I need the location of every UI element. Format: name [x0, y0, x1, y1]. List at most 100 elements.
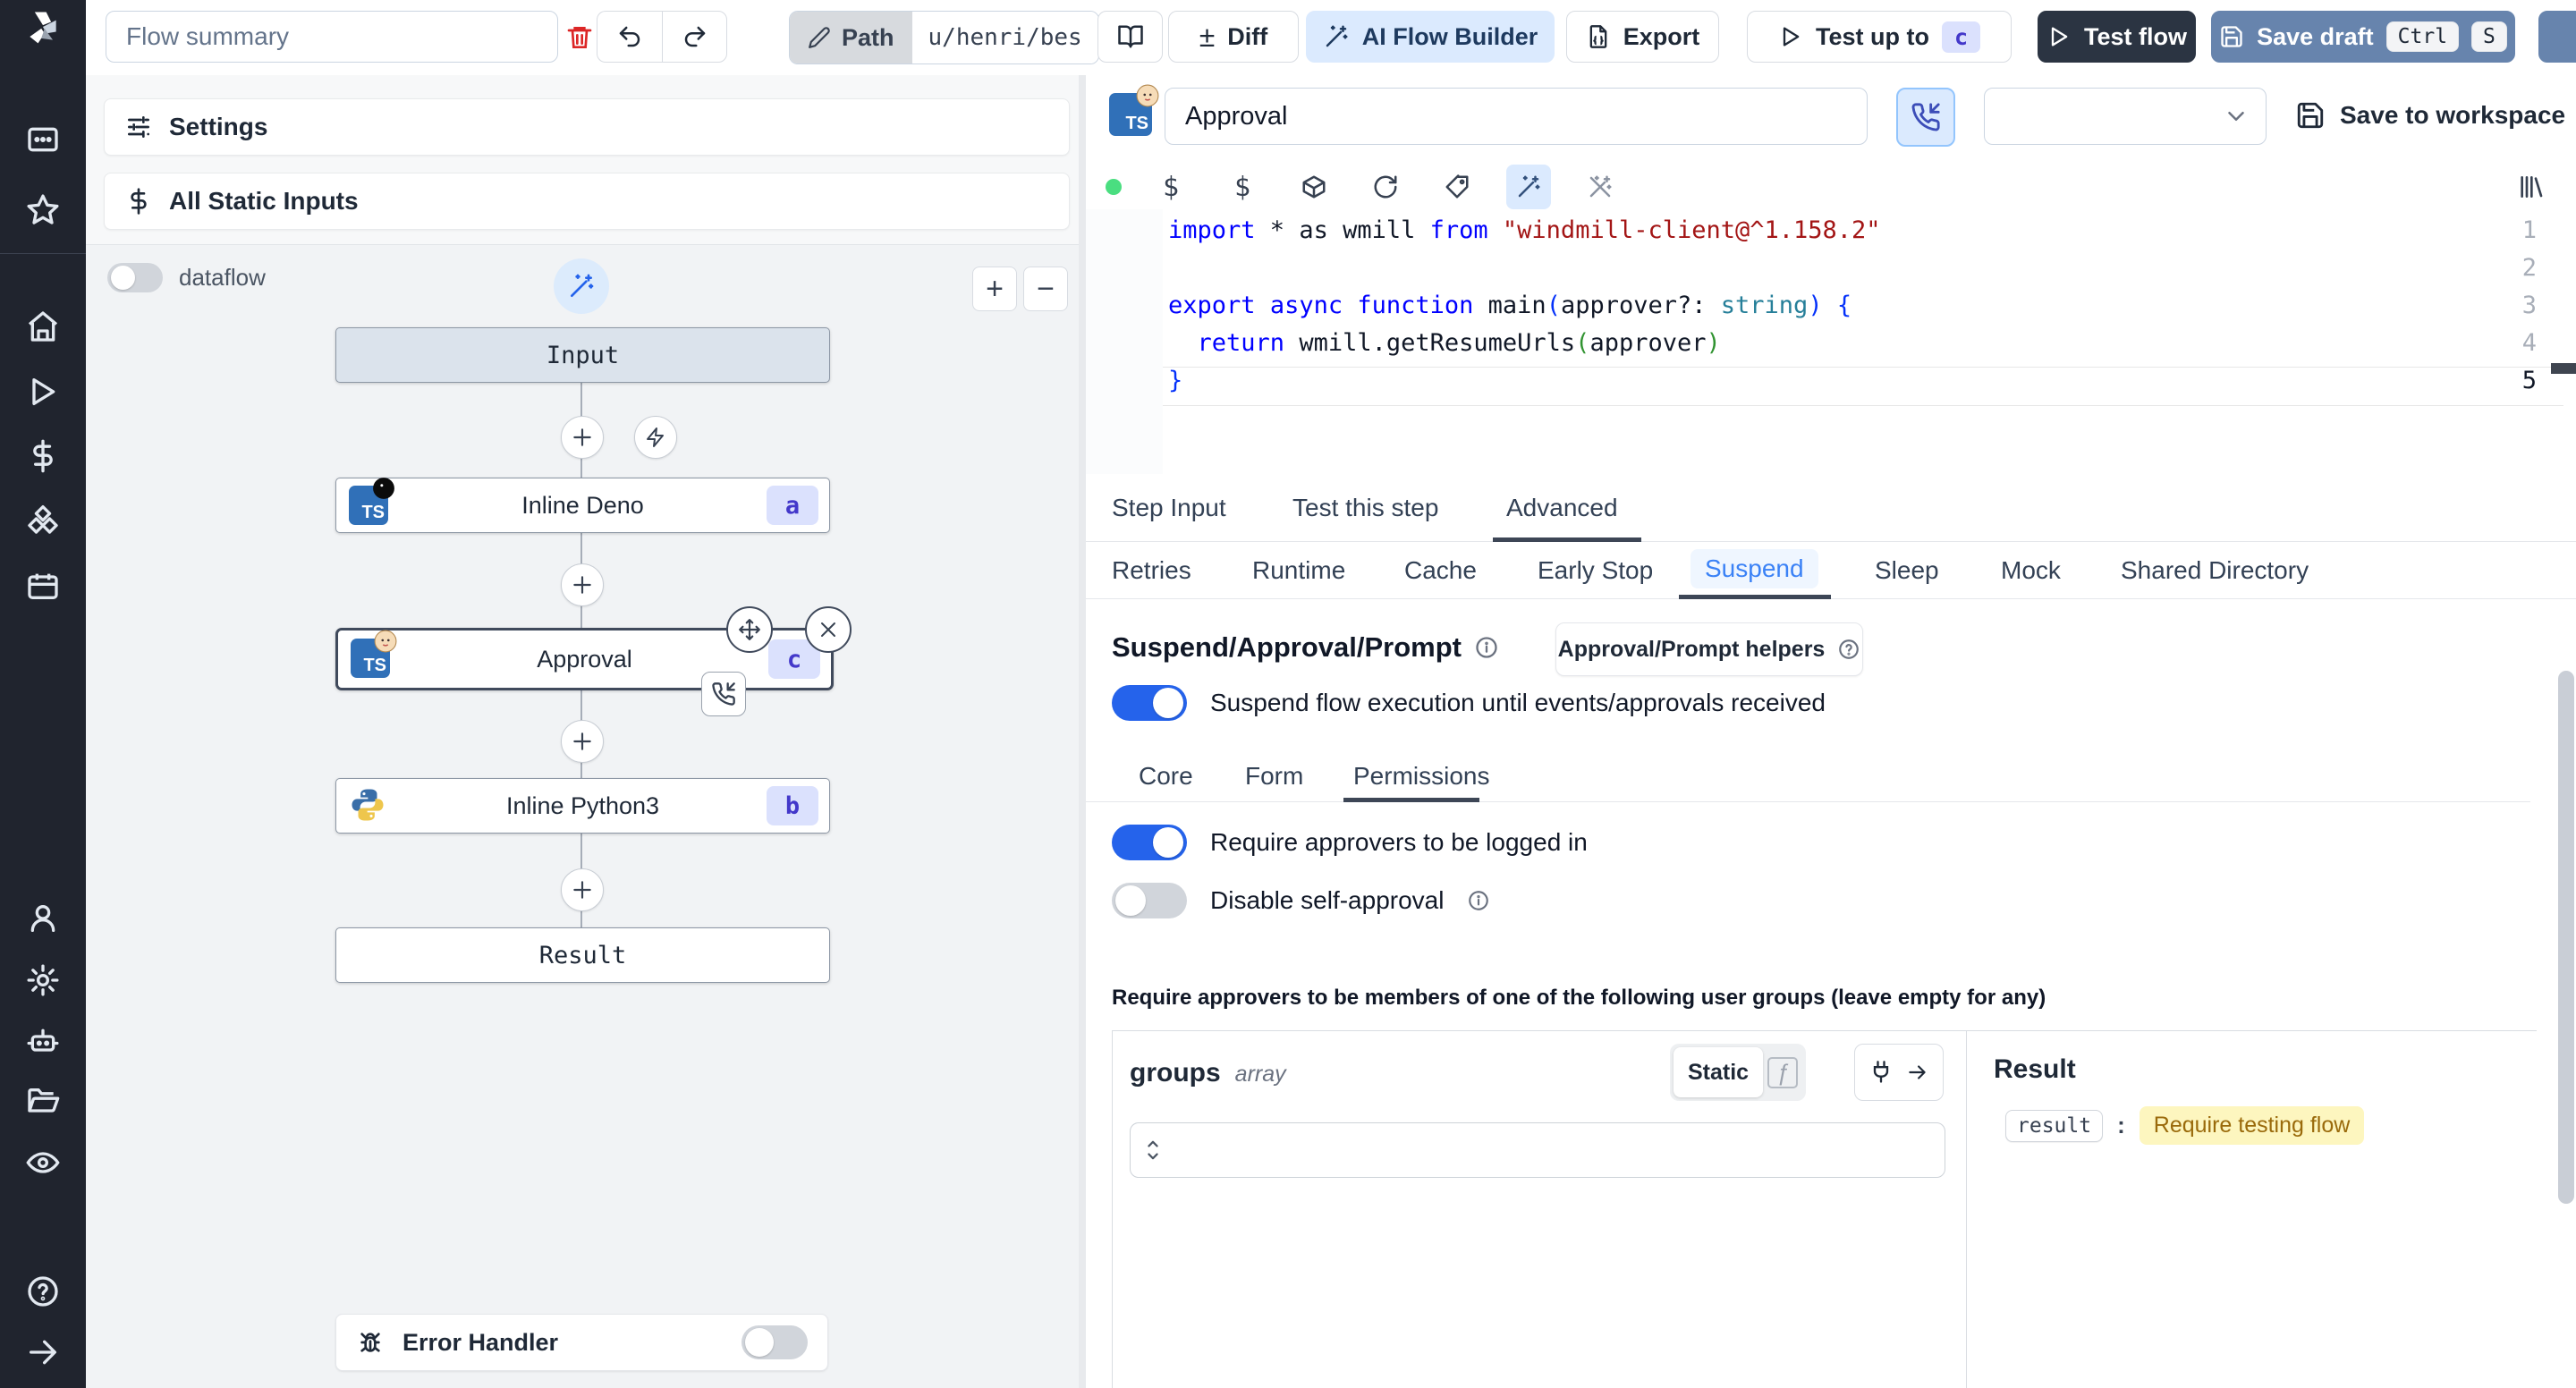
flow-node-inline-deno[interactable]: TS Inline Deno a: [335, 478, 830, 533]
zoom-in-button[interactable]: +: [972, 267, 1017, 311]
path-group[interactable]: Path u/henri/bes: [789, 11, 1099, 64]
disable-self-approval-toggle[interactable]: [1112, 883, 1187, 918]
tab-form[interactable]: Form: [1245, 762, 1303, 791]
flow-summary-input[interactable]: [106, 11, 558, 63]
workers-bot-icon[interactable]: [23, 1021, 63, 1061]
line-number: 4: [2521, 329, 2537, 357]
add-step-button[interactable]: [561, 720, 604, 763]
delete-flow-icon[interactable]: [565, 23, 594, 52]
ai-assistant-button[interactable]: [1506, 165, 1551, 209]
error-handler-toggle[interactable]: [741, 1325, 808, 1359]
error-handler-card[interactable]: Error Handler: [335, 1314, 828, 1371]
variables-icon[interactable]: [23, 436, 63, 476]
zoom-out-button[interactable]: −: [1023, 267, 1068, 311]
dataflow-toggle[interactable]: [107, 263, 163, 292]
ai-off-button[interactable]: [1578, 165, 1623, 209]
rail-divider: [0, 253, 86, 254]
runs-icon[interactable]: [23, 372, 63, 411]
flow-settings-button[interactable]: Settings: [104, 98, 1070, 156]
folders-icon[interactable]: [23, 1082, 63, 1121]
tab-suspend[interactable]: Suspend: [1690, 549, 1818, 588]
refresh-icon: [1374, 175, 1397, 199]
save-draft-button[interactable]: Save draft Ctrl S: [2211, 11, 2515, 63]
suspend-mode-button[interactable]: [1896, 88, 1955, 147]
tab-test-this-step[interactable]: Test this step: [1292, 494, 1438, 522]
vertical-scrollbar[interactable]: [2558, 671, 2574, 1204]
flow-node-label: Inline Deno: [521, 491, 644, 519]
tab-cache[interactable]: Cache: [1404, 556, 1477, 585]
tab-sleep[interactable]: Sleep: [1875, 556, 1939, 585]
diff-button[interactable]: ± Diff: [1168, 11, 1299, 63]
resources-icon[interactable]: [23, 502, 63, 541]
tab-core[interactable]: Core: [1139, 762, 1193, 791]
flow-node-result[interactable]: Result: [335, 927, 830, 983]
tab-advanced[interactable]: Advanced: [1506, 494, 1618, 522]
home-icon[interactable]: [23, 307, 63, 346]
delete-step-button[interactable]: [805, 606, 852, 653]
test-flow-button[interactable]: Test flow: [2038, 11, 2196, 63]
reload-button[interactable]: [1363, 165, 1408, 209]
groups-multiselect-input[interactable]: [1130, 1122, 1945, 1178]
disable-self-approval-label: Disable self-approval: [1210, 886, 1445, 914]
line-number: 2: [2521, 254, 2537, 282]
tab-shared-directory[interactable]: Shared Directory: [2121, 556, 2309, 585]
step-title-input[interactable]: [1165, 88, 1868, 145]
library-button[interactable]: [2508, 165, 2553, 209]
flow-node-inline-python3[interactable]: Inline Python3 b: [335, 778, 830, 834]
redo-button[interactable]: [662, 11, 727, 63]
resources-dollar-button[interactable]: $: [1220, 165, 1265, 209]
save-to-workspace-button[interactable]: Save to workspace: [2295, 100, 2565, 131]
add-trigger-button[interactable]: [634, 416, 677, 459]
users-icon[interactable]: [23, 899, 63, 938]
tab-retries[interactable]: Retries: [1112, 556, 1191, 585]
all-static-inputs-button[interactable]: All Static Inputs: [104, 173, 1070, 230]
audit-eye-icon[interactable]: [23, 1143, 63, 1182]
javascript-mode-button[interactable]: ƒ: [1763, 1056, 1802, 1088]
approval-prompt-helpers-button[interactable]: Approval/Prompt helpers: [1555, 622, 1863, 676]
flow-node-input[interactable]: Input: [335, 327, 830, 383]
tab-permissions[interactable]: Permissions: [1353, 762, 1489, 791]
package-button[interactable]: [1292, 165, 1336, 209]
approval-prompt-helpers-label: Approval/Prompt helpers: [1557, 636, 1826, 662]
worker-group-select[interactable]: [1984, 88, 2267, 145]
add-step-button[interactable]: [561, 868, 604, 911]
ai-flow-builder-button[interactable]: AI Flow Builder: [1306, 11, 1555, 63]
move-step-handle[interactable]: [726, 606, 773, 653]
overview-ruler-marker: [2551, 363, 2576, 374]
add-step-button[interactable]: [561, 416, 604, 459]
test-up-to-button[interactable]: Test up to c: [1747, 11, 2012, 63]
docs-button[interactable]: [1097, 11, 1163, 63]
schedules-icon[interactable]: [23, 566, 63, 605]
active-perm-tab-underline: [1343, 798, 1479, 802]
result-key-chip[interactable]: result: [2005, 1109, 2104, 1142]
tab-runtime[interactable]: Runtime: [1252, 556, 1345, 585]
connect-input-button[interactable]: [1854, 1044, 1944, 1101]
star-icon[interactable]: [23, 190, 63, 230]
flow-node-label: Inline Python3: [505, 791, 660, 819]
app-switcher-icon[interactable]: [23, 120, 63, 159]
save-icon: [2297, 102, 2324, 129]
windmill-logo[interactable]: [23, 7, 63, 47]
expand-arrow-icon[interactable]: [23, 1333, 63, 1372]
format-button[interactable]: [1435, 165, 1479, 209]
groups-field-type: array: [1234, 1062, 1286, 1087]
variables-dollar-button[interactable]: $: [1148, 165, 1193, 209]
export-button[interactable]: Export: [1566, 11, 1719, 63]
tab-mock[interactable]: Mock: [2001, 556, 2061, 585]
panel-divider[interactable]: [1079, 75, 1086, 1388]
tab-early-stop[interactable]: Early Stop: [1538, 556, 1653, 585]
static-mode-button[interactable]: Static: [1674, 1047, 1764, 1097]
require-login-toggle[interactable]: [1112, 825, 1187, 860]
phone-incoming-icon: [712, 682, 735, 706]
suspend-title: Suspend/Approval/Prompt: [1112, 631, 1462, 663]
suspend-toggle[interactable]: [1112, 685, 1187, 721]
tab-step-input[interactable]: Step Input: [1112, 494, 1226, 522]
undo-button[interactable]: [597, 11, 662, 63]
help-icon[interactable]: [23, 1272, 63, 1311]
deploy-button-cutoff[interactable]: [2538, 11, 2576, 63]
add-step-button[interactable]: [561, 563, 604, 606]
settings-gear-icon[interactable]: [23, 961, 63, 1000]
code-editor[interactable]: 1 2 3 4 5 import * as wmill from "windmi…: [1086, 209, 2576, 474]
ai-step-wand-button[interactable]: [554, 258, 609, 314]
test-flow-label: Test flow: [2083, 22, 2187, 50]
